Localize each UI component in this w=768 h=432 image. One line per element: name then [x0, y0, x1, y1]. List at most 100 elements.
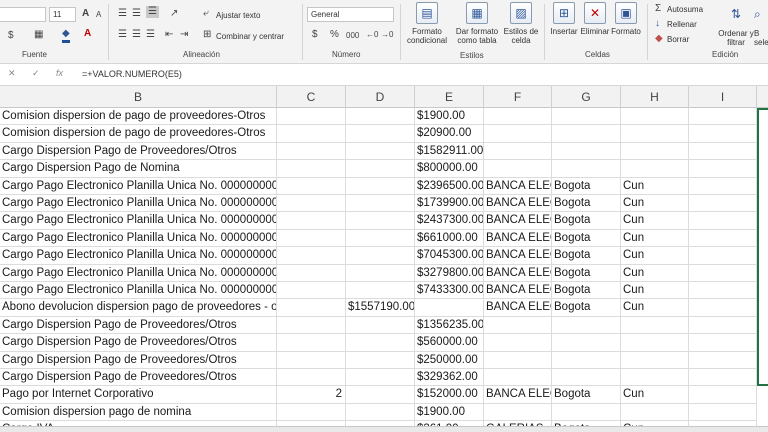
- cell-b[interactable]: Cargo Pago Electronico Planilla Unica No…: [0, 264, 277, 282]
- cell-h[interactable]: Cun: [621, 386, 689, 404]
- cell-styles-button[interactable]: ▨ Estilos de celda: [502, 2, 540, 45]
- cell-c[interactable]: [277, 177, 346, 195]
- cell-f[interactable]: BANCA ELECT: [484, 299, 552, 317]
- cell-i[interactable]: [689, 282, 757, 300]
- cell-b[interactable]: Cargo Dispersion Pago de Proveedores/Otr…: [0, 369, 277, 387]
- cell-g[interactable]: [552, 316, 621, 335]
- cell-d[interactable]: [346, 316, 415, 335]
- cell-b[interactable]: Cargo Dispersion Pago de Proveedores/Otr…: [0, 316, 277, 335]
- fill-icon[interactable]: ↓: [655, 18, 660, 30]
- cell-d[interactable]: [346, 160, 415, 178]
- column-header-c[interactable]: C: [277, 86, 346, 108]
- currency-format-icon[interactable]: $: [312, 29, 318, 41]
- cell-b[interactable]: Cargo Dispersion Pago de Nomina: [0, 160, 277, 178]
- cell-b[interactable]: Comision dispersion de pago de proveedor…: [0, 108, 277, 126]
- cell-c[interactable]: [277, 212, 346, 230]
- cell-d[interactable]: [346, 108, 415, 126]
- cell-h[interactable]: [621, 108, 689, 126]
- cell-f[interactable]: [484, 334, 552, 352]
- cell-b[interactable]: Cargo Pago Electronico Planilla Unica No…: [0, 212, 277, 230]
- cell-f[interactable]: [484, 108, 552, 126]
- cell-h[interactable]: [621, 160, 689, 178]
- cell-c[interactable]: [277, 299, 346, 317]
- find-select-button[interactable]: ⌕ B sele: [754, 4, 768, 47]
- cell-g[interactable]: Bogota: [552, 195, 621, 213]
- cell-h[interactable]: Cun: [621, 195, 689, 213]
- cell-h[interactable]: [621, 369, 689, 387]
- cell-c[interactable]: [277, 334, 346, 352]
- cell-c[interactable]: [277, 351, 346, 369]
- cell-b[interactable]: Comision dispersion pago de nomina: [0, 403, 277, 422]
- percent-format-icon[interactable]: %: [330, 29, 339, 41]
- cell-d[interactable]: [346, 386, 415, 404]
- cell-d[interactable]: [346, 229, 415, 248]
- cell-f[interactable]: [484, 125, 552, 143]
- cell-g[interactable]: [552, 125, 621, 143]
- cell-e[interactable]: $661000.00: [415, 229, 484, 248]
- fill-color-icon[interactable]: ◆: [62, 28, 70, 43]
- increase-decimal-icon[interactable]: ←0: [366, 29, 378, 41]
- cell-d[interactable]: [346, 264, 415, 282]
- cell-h[interactable]: Cun: [621, 177, 689, 195]
- cell-d[interactable]: [346, 125, 415, 143]
- cell-c[interactable]: 2: [277, 386, 346, 404]
- cell-f[interactable]: [484, 160, 552, 178]
- cell-e[interactable]: $1582911.00: [415, 142, 484, 161]
- cell-g[interactable]: [552, 351, 621, 369]
- format-as-table-button[interactable]: ▦ Dar formato como tabla: [452, 2, 502, 45]
- cell-e[interactable]: [415, 299, 484, 317]
- grow-font-icon[interactable]: A: [82, 8, 89, 20]
- cell-b[interactable]: Cargo Dispersion Pago de Proveedores/Otr…: [0, 334, 277, 352]
- cell-h[interactable]: [621, 334, 689, 352]
- cell-i[interactable]: [689, 195, 757, 213]
- cell-h[interactable]: Cun: [621, 282, 689, 300]
- autosum-button[interactable]: Autosuma: [667, 4, 703, 15]
- sort-filter-button[interactable]: ⇅ Ordenar y filtrar: [716, 4, 756, 47]
- cell-e[interactable]: $7433300.00: [415, 282, 484, 300]
- cell-i[interactable]: [689, 403, 757, 422]
- cell-f[interactable]: [484, 403, 552, 422]
- cell-b[interactable]: Comision dispersion de pago de proveedor…: [0, 125, 277, 143]
- cell-i[interactable]: [689, 351, 757, 369]
- cell-f[interactable]: BANCA ELECT: [484, 195, 552, 213]
- cell-h[interactable]: [621, 403, 689, 422]
- column-header-f[interactable]: F: [484, 86, 552, 108]
- cell-i[interactable]: [689, 386, 757, 404]
- cell-d[interactable]: [346, 403, 415, 422]
- cell-e[interactable]: $1739900.00: [415, 195, 484, 213]
- cell-e[interactable]: $2396500.00: [415, 177, 484, 195]
- column-header-h[interactable]: H: [621, 86, 689, 108]
- currency-sign-icon[interactable]: $: [8, 30, 14, 42]
- wrap-text-icon[interactable]: ⤶: [203, 8, 209, 20]
- cell-g[interactable]: Bogota: [552, 386, 621, 404]
- cell-g[interactable]: Bogota: [552, 247, 621, 265]
- cell-c[interactable]: [277, 142, 346, 161]
- align-middle-icon[interactable]: ☰: [132, 8, 141, 20]
- cell-h[interactable]: Cun: [621, 264, 689, 282]
- cell-e[interactable]: $800000.00: [415, 160, 484, 178]
- cell-c[interactable]: [277, 403, 346, 422]
- cell-i[interactable]: [689, 212, 757, 230]
- cell-e[interactable]: $1356235.00: [415, 316, 484, 335]
- cell-i[interactable]: [689, 160, 757, 178]
- cell-c[interactable]: [277, 125, 346, 143]
- cell-e[interactable]: $20900.00: [415, 125, 484, 143]
- column-header-e[interactable]: E: [415, 86, 484, 108]
- autosum-icon[interactable]: Σ: [655, 3, 661, 15]
- clear-button[interactable]: Borrar: [667, 34, 689, 45]
- cell-i[interactable]: [689, 108, 757, 126]
- align-center-icon[interactable]: ☰: [132, 29, 141, 41]
- thousands-format-icon[interactable]: 000: [346, 30, 359, 42]
- cell-f[interactable]: [484, 369, 552, 387]
- cell-c[interactable]: [277, 160, 346, 178]
- cell-h[interactable]: Cun: [621, 229, 689, 248]
- cell-f[interactable]: [484, 316, 552, 335]
- cell-h[interactable]: Cun: [621, 212, 689, 230]
- cell-c[interactable]: [277, 195, 346, 213]
- column-header-i[interactable]: I: [689, 86, 757, 108]
- cell-d[interactable]: $1557190.00: [346, 299, 415, 317]
- cell-d[interactable]: [346, 195, 415, 213]
- cell-i[interactable]: [689, 334, 757, 352]
- cell-g[interactable]: [552, 160, 621, 178]
- font-color-icon[interactable]: A: [84, 28, 91, 40]
